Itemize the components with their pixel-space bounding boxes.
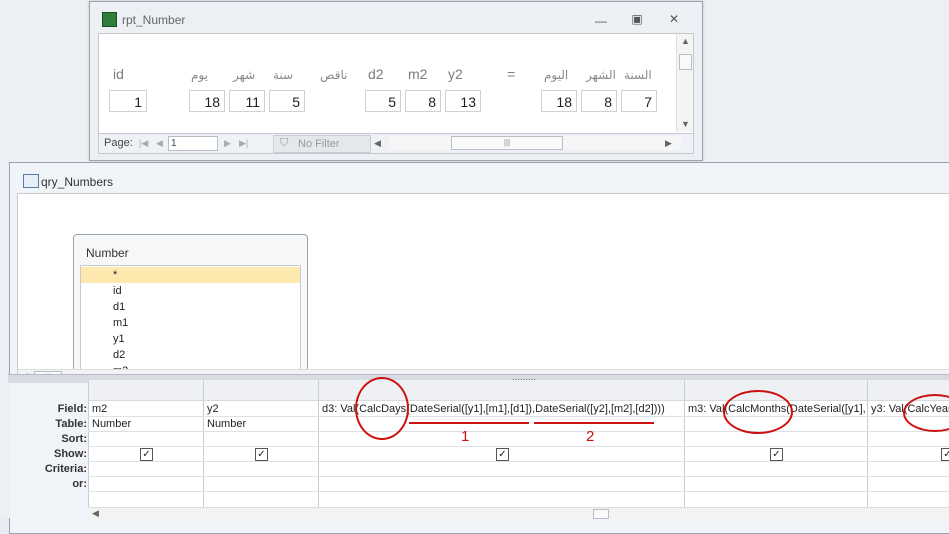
label-d2: d2 <box>368 66 384 82</box>
value-result-month[interactable]: 8 <box>581 90 617 112</box>
show-checkbox-m3[interactable]: ✓ <box>770 448 783 461</box>
row-header-sort: Sort: <box>61 433 87 445</box>
grid-row-line <box>88 461 949 462</box>
label-day: يوم <box>191 68 208 82</box>
show-checkbox-y2[interactable]: ✓ <box>255 448 268 461</box>
annotation-circle-calcmonths <box>723 390 793 434</box>
label-year: سنة <box>273 68 294 82</box>
close-icon[interactable]: ✕ <box>666 12 682 26</box>
label-result-year: السنة <box>624 68 652 82</box>
scroll-left-icon[interactable]: ◀ <box>374 138 381 149</box>
label-y2: y2 <box>448 66 463 82</box>
query-icon <box>23 174 39 188</box>
prev-page-icon[interactable]: ◀ <box>156 138 163 149</box>
column-selector-bar <box>88 380 949 401</box>
scroll-down-icon[interactable]: ▼ <box>681 119 690 129</box>
row-header-criteria: Criteria: <box>44 463 87 475</box>
value-id[interactable]: 1 <box>109 90 147 112</box>
annotation-number-2: 2 <box>586 428 595 445</box>
filter-icon: ⛉ <box>280 137 289 149</box>
grid-row-line <box>88 491 949 492</box>
report-icon <box>102 12 117 27</box>
grid-horizontal-scrollbar[interactable]: ◀ <box>88 507 949 519</box>
hscroll-thumb[interactable]: ||| <box>451 136 563 150</box>
show-checkbox-m2[interactable]: ✓ <box>140 448 153 461</box>
label-minus: ناقص <box>320 68 348 82</box>
table-box-title: Number <box>86 246 129 260</box>
query-title: qry_Numbers <box>41 175 114 189</box>
value-y2[interactable]: 13 <box>445 90 481 112</box>
value-d2[interactable]: 5 <box>365 90 401 112</box>
last-page-icon[interactable]: ▶| <box>239 138 248 149</box>
label-equals: = <box>507 66 516 82</box>
label-m2: m2 <box>408 66 428 82</box>
annotation-circle-calcdays <box>355 377 409 440</box>
row-header-or: or: <box>72 478 87 490</box>
report-body: id يوم شهر سنة ناقص d2 m2 y2 = اليوم الش… <box>98 33 694 135</box>
label-result-month: الشهر <box>586 68 616 82</box>
value-result-year[interactable]: 7 <box>621 90 657 112</box>
annotation-underline-2 <box>534 422 654 424</box>
report-vertical-scrollbar[interactable]: ▲ ▼ <box>676 34 693 132</box>
no-filter-label: No Filter <box>298 138 340 150</box>
page-label: Page: <box>104 137 133 149</box>
restore-icon[interactable]: ▣ <box>629 12 645 26</box>
grid-scroll-left-icon[interactable]: ◀ <box>92 508 99 519</box>
row-header-show: Show: <box>54 448 87 460</box>
field-list-item[interactable]: d1 <box>113 299 125 315</box>
record-navigation-bar: Page: |◀ ◀ 1 ▶ ▶| ⛉ No Filter ◀ ||| ▶ <box>98 133 694 154</box>
field-cell-y2[interactable]: y2 <box>207 403 315 415</box>
scroll-up-icon[interactable]: ▲ <box>681 36 690 46</box>
show-checkbox-d3[interactable]: ✓ <box>496 448 509 461</box>
minimize-icon[interactable]: — <box>593 14 609 28</box>
no-filter-button[interactable]: ⛉ No Filter <box>273 135 371 153</box>
table-cell-m2[interactable]: Number <box>92 418 200 430</box>
label-result-day: اليوم <box>544 68 569 82</box>
value-month[interactable]: 11 <box>229 90 265 112</box>
report-title: rpt_Number <box>122 13 186 27</box>
scroll-right-icon[interactable]: ▶ <box>665 138 672 149</box>
report-horizontal-scrollbar[interactable]: ||| <box>389 136 681 150</box>
annotation-number-1: 1 <box>461 428 470 445</box>
table-pane: Number * id d1 m1 y1 d2 m2 y2 ◀ ||| <box>17 193 949 402</box>
report-window: rpt_Number — ▣ ✕ id يوم شهر سنة ناقص d2 … <box>89 1 703 161</box>
grid-row-line <box>88 476 949 477</box>
table-cell-y2[interactable]: Number <box>207 418 315 430</box>
value-day[interactable]: 18 <box>189 90 225 112</box>
page-number-input[interactable]: 1 <box>168 136 218 151</box>
grid-row-line <box>88 431 949 432</box>
field-list-item[interactable]: y1 <box>113 331 125 347</box>
first-page-icon[interactable]: |◀ <box>139 138 148 149</box>
field-list-item[interactable]: * <box>81 267 300 283</box>
value-result-day[interactable]: 18 <box>541 90 577 112</box>
row-header-table: Table: <box>55 418 87 430</box>
field-cell-m2[interactable]: m2 <box>92 403 200 415</box>
value-m2[interactable]: 8 <box>405 90 441 112</box>
field-list-item[interactable]: id <box>113 283 122 299</box>
scroll-thumb[interactable] <box>679 54 692 70</box>
grid-row-line <box>88 416 949 417</box>
value-year[interactable]: 5 <box>269 90 305 112</box>
grid-row-line <box>88 446 949 447</box>
label-month: شهر <box>233 68 256 82</box>
next-page-icon[interactable]: ▶ <box>224 138 231 149</box>
show-checkbox-y3[interactable]: ✓ <box>941 448 949 461</box>
annotation-underline-1 <box>409 422 529 424</box>
field-list-item[interactable]: d2 <box>113 347 125 363</box>
row-header-field: Field: <box>57 403 87 415</box>
label-id: id <box>113 66 124 82</box>
field-list-item[interactable]: m1 <box>113 315 128 331</box>
